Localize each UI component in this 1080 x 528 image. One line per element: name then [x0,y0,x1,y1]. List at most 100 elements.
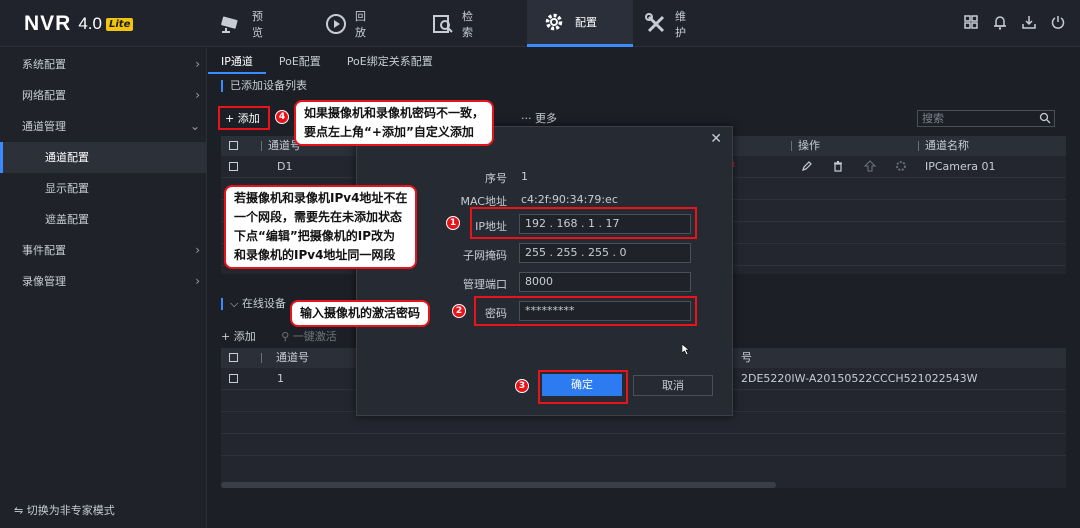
row-checkbox[interactable] [229,162,238,171]
column-divider [261,353,262,363]
nav-playback[interactable]: 回放 [325,0,370,47]
nav-search[interactable]: 检索 [432,0,477,47]
label-serial-no: 序号 [485,172,507,185]
section-title-added-devices: 已添加设备列表 [221,80,307,92]
row-checkbox[interactable] [229,374,238,383]
sidebar-item-label: 事件配置 [22,244,66,257]
section-title-online-devices[interactable]: ⌵ 在线设备 [221,298,286,310]
grid-icon[interactable] [963,14,979,30]
nav-config[interactable]: 配置 [527,0,633,47]
online-devices-label: 在线设备 [241,297,286,310]
highlight-confirm-button [538,370,628,404]
sidebar-item-label: 通道管理 [22,120,66,133]
chevron-right-icon: › [195,57,200,71]
cancel-button[interactable]: 取消 [633,375,713,396]
row-channel: 1 [277,372,284,385]
logo-lite-badge: Lite [105,17,134,31]
callout-line: 要点左上角“+添加”自定义添加 [304,125,474,139]
settings-icon[interactable] [895,160,907,175]
highlight-ip-address [470,207,697,239]
tab-ip-channel[interactable]: IP通道 [208,48,266,74]
edit-icon[interactable] [801,160,813,175]
online-toolbar: + 添加 ⚲ 一键激活 [221,328,337,344]
chevron-right-icon: › [195,243,200,257]
switch-icon: ⇋ [14,504,24,517]
tab-poe-binding[interactable]: PoE绑定关系配置 [334,48,446,74]
chevron-down-icon: ⌄ [189,119,200,133]
column-divider [918,141,919,151]
delete-icon[interactable] [832,160,844,175]
value-serial-no: 1 [521,170,528,183]
callout-line: 一个网段，需要先在未添加状态 [234,210,403,224]
search-input[interactable]: 搜索 [917,110,1055,127]
table-row-empty [221,434,1066,456]
select-all-checkbox[interactable] [229,141,238,150]
sidebar-item-system[interactable]: 系统配置 › [0,49,206,80]
callout-line: 输入摄像机的激活密码 [300,306,421,320]
row-serial: 2DE5220IW-A20150522CCCH521022543W [741,372,978,385]
col-name-header: 通道名称 [925,139,969,152]
callout-line: 下点“编辑”把摄像机的IP改为 [234,229,396,243]
chevron-right-icon: › [195,88,200,102]
callout-line: 如果摄像机和录像机密码不一致， [304,106,485,120]
sidebar: 系统配置 › 网络配置 › 通道管理 ⌄ 通道配置 显示配置 遮盖配置 事件配置 › 录… [0,48,207,528]
top-bar: NVR 4.0 Lite 预览 回放 检索 配置 维护 [0,0,1080,47]
callout-ip-segment: 若摄像机和录像机IPv4地址不在 一个网段，需要先在未添加状态 下点“编辑”把摄… [224,185,418,269]
nav-maintain[interactable]: 维护 [645,0,690,47]
label-port: 管理端口 [463,278,507,291]
bell-icon[interactable] [992,14,1008,30]
sidebar-item-label: 录像管理 [22,275,66,288]
search-placeholder: 搜索 [922,112,944,125]
col-operation-header: 操作 [798,139,820,152]
nav-preview-label: 预览 [252,9,263,39]
sidebar-item-label: 网络配置 [22,89,66,102]
nav-maintain-label: 维护 [675,9,686,39]
sidebar-item-channel-manage[interactable]: 通道管理 ⌄ [0,111,206,142]
callout-line: 和录像机的IPv4地址同一网段 [234,248,396,262]
sidebar-item-network[interactable]: 网络配置 › [0,80,206,111]
nav-preview[interactable]: 预览 [220,0,265,47]
horizontal-scrollbar[interactable] [221,482,776,488]
search-icon[interactable] [1039,112,1051,128]
expert-mode-toggle[interactable]: ⇋ 切换为非专家模式 [14,502,115,518]
nav-search-label: 检索 [462,9,473,39]
online-add-button[interactable]: + 添加 [221,330,256,343]
chevron-right-icon: › [195,274,200,288]
tab-poe-config[interactable]: PoE配置 [266,48,334,74]
upgrade-icon[interactable] [863,160,877,175]
power-icon[interactable] [1050,14,1066,30]
mouse-cursor-icon [681,343,690,358]
tab-bar: IP通道 PoE配置 PoE绑定关系配置 [208,48,446,74]
close-icon[interactable]: ✕ [710,131,722,147]
nav-config-label: 配置 [575,16,597,29]
highlight-password [474,296,697,326]
highlight-add-button [218,106,270,130]
logo: NVR 4.0 Lite [24,11,134,37]
nav-playback-label: 回放 [355,9,366,39]
col-channel-header: 通道号 [276,351,309,364]
select-all-checkbox[interactable] [229,353,238,362]
col-serial-header: 号 [741,351,752,364]
sidebar-item-channel-config[interactable]: 通道配置 [0,142,206,173]
sidebar-item-label: 通道配置 [45,151,89,164]
one-key-activate-button[interactable]: ⚲ 一键激活 [281,330,337,343]
camera-icon [220,12,244,36]
search-doc-icon [432,12,454,36]
row-channel-name: IPCamera 01 [925,160,996,173]
sidebar-item-label: 系统配置 [22,58,66,71]
one-key-activate-label: 一键激活 [292,330,337,343]
sidebar-item-event[interactable]: 事件配置 › [0,235,206,266]
wrench-icon [645,12,667,36]
location-icon: ⚲ [281,330,290,343]
gear-icon [541,10,567,34]
sidebar-item-label: 遮盖配置 [45,213,89,226]
sidebar-item-record[interactable]: 录像管理 › [0,266,206,297]
management-port-field[interactable]: 8000 [519,272,691,292]
step-badge-1: 1 [446,216,460,230]
subnet-mask-field[interactable]: 255 . 255 . 255 . 0 [519,243,691,263]
value-mac: c4:2f:90:34:79:ec [521,193,618,206]
sidebar-item-display-config[interactable]: 显示配置 [0,173,206,204]
playback-icon [325,12,347,36]
download-icon[interactable] [1021,14,1037,30]
sidebar-item-mask-config[interactable]: 遮盖配置 [0,204,206,235]
